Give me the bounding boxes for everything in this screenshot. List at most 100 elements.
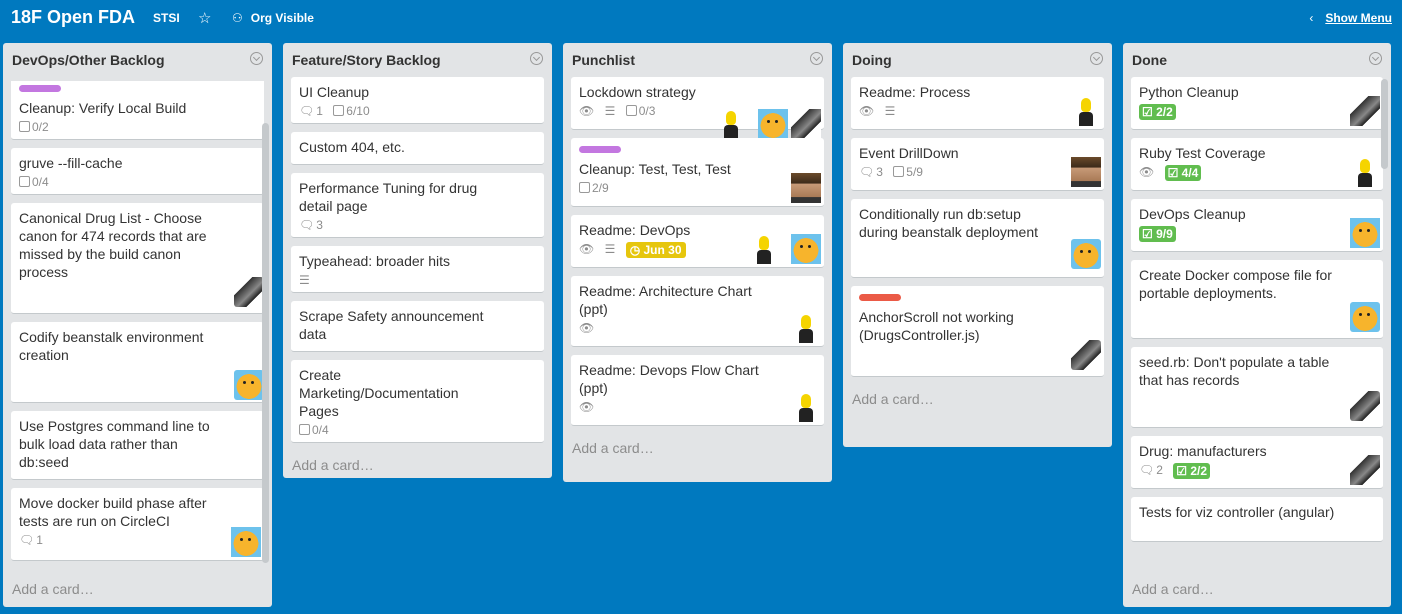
member-avatar[interactable] [1350, 157, 1380, 187]
card-badges: 🗨︎ 1 [19, 530, 256, 550]
list-title[interactable]: Done [1132, 52, 1167, 68]
member-avatar[interactable] [1350, 391, 1380, 421]
card[interactable]: Tests for viz controller (angular) [1131, 497, 1383, 542]
card[interactable]: Lockdown strategy 👁︎ ☰ 0/3 [571, 77, 824, 139]
card[interactable]: Conditionally run db:setup during beanst… [851, 199, 1104, 278]
description-icon: ☰ [604, 104, 616, 118]
member-avatar[interactable] [791, 173, 821, 203]
card[interactable]: Ruby Test Coverage 👁︎ ☑ 4/4 [1131, 138, 1383, 191]
card[interactable]: Custom 404, etc. [291, 132, 544, 165]
card-title: Ruby Test Coverage [1139, 145, 1266, 161]
checklist-icon: ☑ [1167, 166, 1182, 180]
card[interactable]: Typeahead: broader hits ☰ [291, 246, 544, 293]
card[interactable]: Readme: Devops Flow Chart (ppt) 👁︎ [571, 355, 824, 426]
card[interactable]: DevOps Cleanup ☑ 9/9 [1131, 199, 1383, 252]
member-avatar[interactable] [1071, 157, 1101, 187]
card[interactable]: Move docker build phase after tests are … [11, 488, 264, 561]
list-scrollbar[interactable] [1381, 79, 1388, 169]
card[interactable]: Readme: Architecture Chart (ppt) 👁︎ [571, 276, 824, 347]
list-doing: Doing Readme: Process 👁︎ ☰ Event DrillDo… [843, 43, 1112, 447]
card[interactable]: Cleanup: Test, Test, Test 2/9 [571, 138, 824, 207]
card[interactable]: Codify beanstalk environment creation [11, 322, 264, 403]
card[interactable]: seed.rb: Don't populate a table that has… [1131, 347, 1383, 428]
list-menu-icon[interactable] [1369, 52, 1382, 65]
star-icon[interactable]: ☆ [198, 9, 211, 27]
list-menu-icon[interactable] [810, 52, 823, 65]
chevron-left-icon: ‹ [1309, 11, 1314, 25]
card-title: Cleanup: Test, Test, Test [579, 161, 731, 177]
add-card-link[interactable]: Add a card… [1123, 575, 1223, 607]
comments-badge: 🗨︎ 1 [19, 533, 43, 547]
add-card-link[interactable]: Add a card… [3, 575, 103, 607]
description-icon: ☰ [299, 273, 310, 287]
member-avatar[interactable] [791, 392, 821, 422]
list-title[interactable]: Punchlist [572, 52, 635, 68]
card-list: Readme: Process 👁︎ ☰ Event DrillDown 🗨︎ 3… [843, 77, 1112, 377]
list-title[interactable]: Feature/Story Backlog [292, 52, 441, 68]
member-avatar[interactable] [1350, 218, 1380, 248]
comment-icon: 🗨︎ [299, 218, 315, 232]
checklist-icon [299, 424, 310, 435]
card-title: Codify beanstalk environment creation [19, 329, 204, 363]
list-done: Done Python Cleanup ☑ 2/2 Ruby Test Cove… [1123, 43, 1391, 607]
member-avatar[interactable] [758, 109, 788, 139]
card[interactable]: gruve --fill-cache 0/4 [11, 148, 264, 195]
member-avatar[interactable] [1350, 455, 1380, 485]
card[interactable]: Event DrillDown 🗨︎ 3 5/9 [851, 138, 1104, 191]
member-avatar[interactable] [1350, 96, 1380, 126]
member-avatar[interactable] [791, 313, 821, 343]
card-label-purple [19, 85, 61, 92]
show-menu-button[interactable]: ‹ Show Menu [1309, 11, 1392, 25]
card[interactable]: Create Marketing/Documentation Pages 0/4 [291, 360, 544, 443]
member-avatar[interactable] [1350, 302, 1380, 332]
member-avatar[interactable] [716, 109, 746, 139]
list-title[interactable]: Doing [852, 52, 892, 68]
card[interactable]: Readme: DevOps 👁︎ ☰ ◷ Jun 30 [571, 215, 824, 268]
watch-icon: 👁︎ [1139, 165, 1155, 179]
member-avatar[interactable] [1071, 96, 1101, 126]
card[interactable]: Canonical Drug List - Choose canon for 4… [11, 203, 264, 314]
add-card-link[interactable]: Add a card… [843, 385, 1112, 417]
member-avatar[interactable] [791, 234, 821, 264]
member-avatar[interactable] [234, 277, 264, 307]
team-button[interactable]: STSI [153, 11, 180, 25]
card[interactable]: Create Docker compose file for portable … [1131, 260, 1383, 339]
comment-icon: 🗨︎ [299, 104, 315, 118]
card[interactable]: Python Cleanup ☑ 2/2 [1131, 77, 1383, 130]
board-title[interactable]: 18F Open FDA [11, 7, 135, 28]
card[interactable]: UI Cleanup 🗨︎ 1 6/10 [291, 77, 544, 124]
card[interactable]: Performance Tuning for drug detail page … [291, 173, 544, 238]
add-card-link[interactable]: Add a card… [283, 451, 552, 483]
checklist-complete-badge: ☑ 9/9 [1139, 226, 1176, 242]
checklist-icon [19, 176, 30, 187]
member-avatar[interactable] [231, 527, 261, 557]
member-avatar[interactable] [1071, 340, 1101, 370]
card[interactable]: Drug: manufacturers 🗨︎ 2 ☑ 2/2 [1131, 436, 1383, 489]
member-avatar[interactable] [749, 234, 779, 264]
card-badges: 👁︎ [579, 397, 816, 417]
list-menu-icon[interactable] [1090, 52, 1103, 65]
visibility-button[interactable]: ⚇ Org Visible [232, 11, 314, 25]
card-title: Custom 404, etc. [299, 139, 405, 155]
card[interactable]: Readme: Process 👁︎ ☰ [851, 77, 1104, 130]
card[interactable]: AnchorScroll not working (DrugsControlle… [851, 286, 1104, 377]
card[interactable]: Scrape Safety announcement data [291, 301, 544, 352]
list-scrollbar[interactable] [262, 123, 269, 563]
list-title[interactable]: DevOps/Other Backlog [12, 52, 165, 68]
card-title: Typeahead: broader hits [299, 253, 450, 269]
card-title: Move docker build phase after tests are … [19, 495, 207, 529]
member-avatar[interactable] [234, 370, 264, 400]
checklist-icon [625, 105, 637, 116]
member-avatar[interactable] [791, 109, 821, 139]
add-card-link[interactable]: Add a card… [563, 434, 832, 466]
list-menu-icon[interactable] [250, 52, 263, 65]
list-menu-icon[interactable] [530, 52, 543, 65]
comments-count: 1 [36, 533, 43, 547]
card[interactable]: Use Postgres command line to bulk load d… [11, 411, 264, 480]
card[interactable]: Cleanup: Verify Local Build 0/2 [11, 81, 264, 140]
card-members [1139, 389, 1380, 421]
card-badges: 🗨︎ 1 6/10 [299, 101, 536, 121]
list-header: Feature/Story Backlog [283, 43, 552, 77]
member-avatar[interactable] [1071, 239, 1101, 269]
card-members [19, 277, 264, 311]
